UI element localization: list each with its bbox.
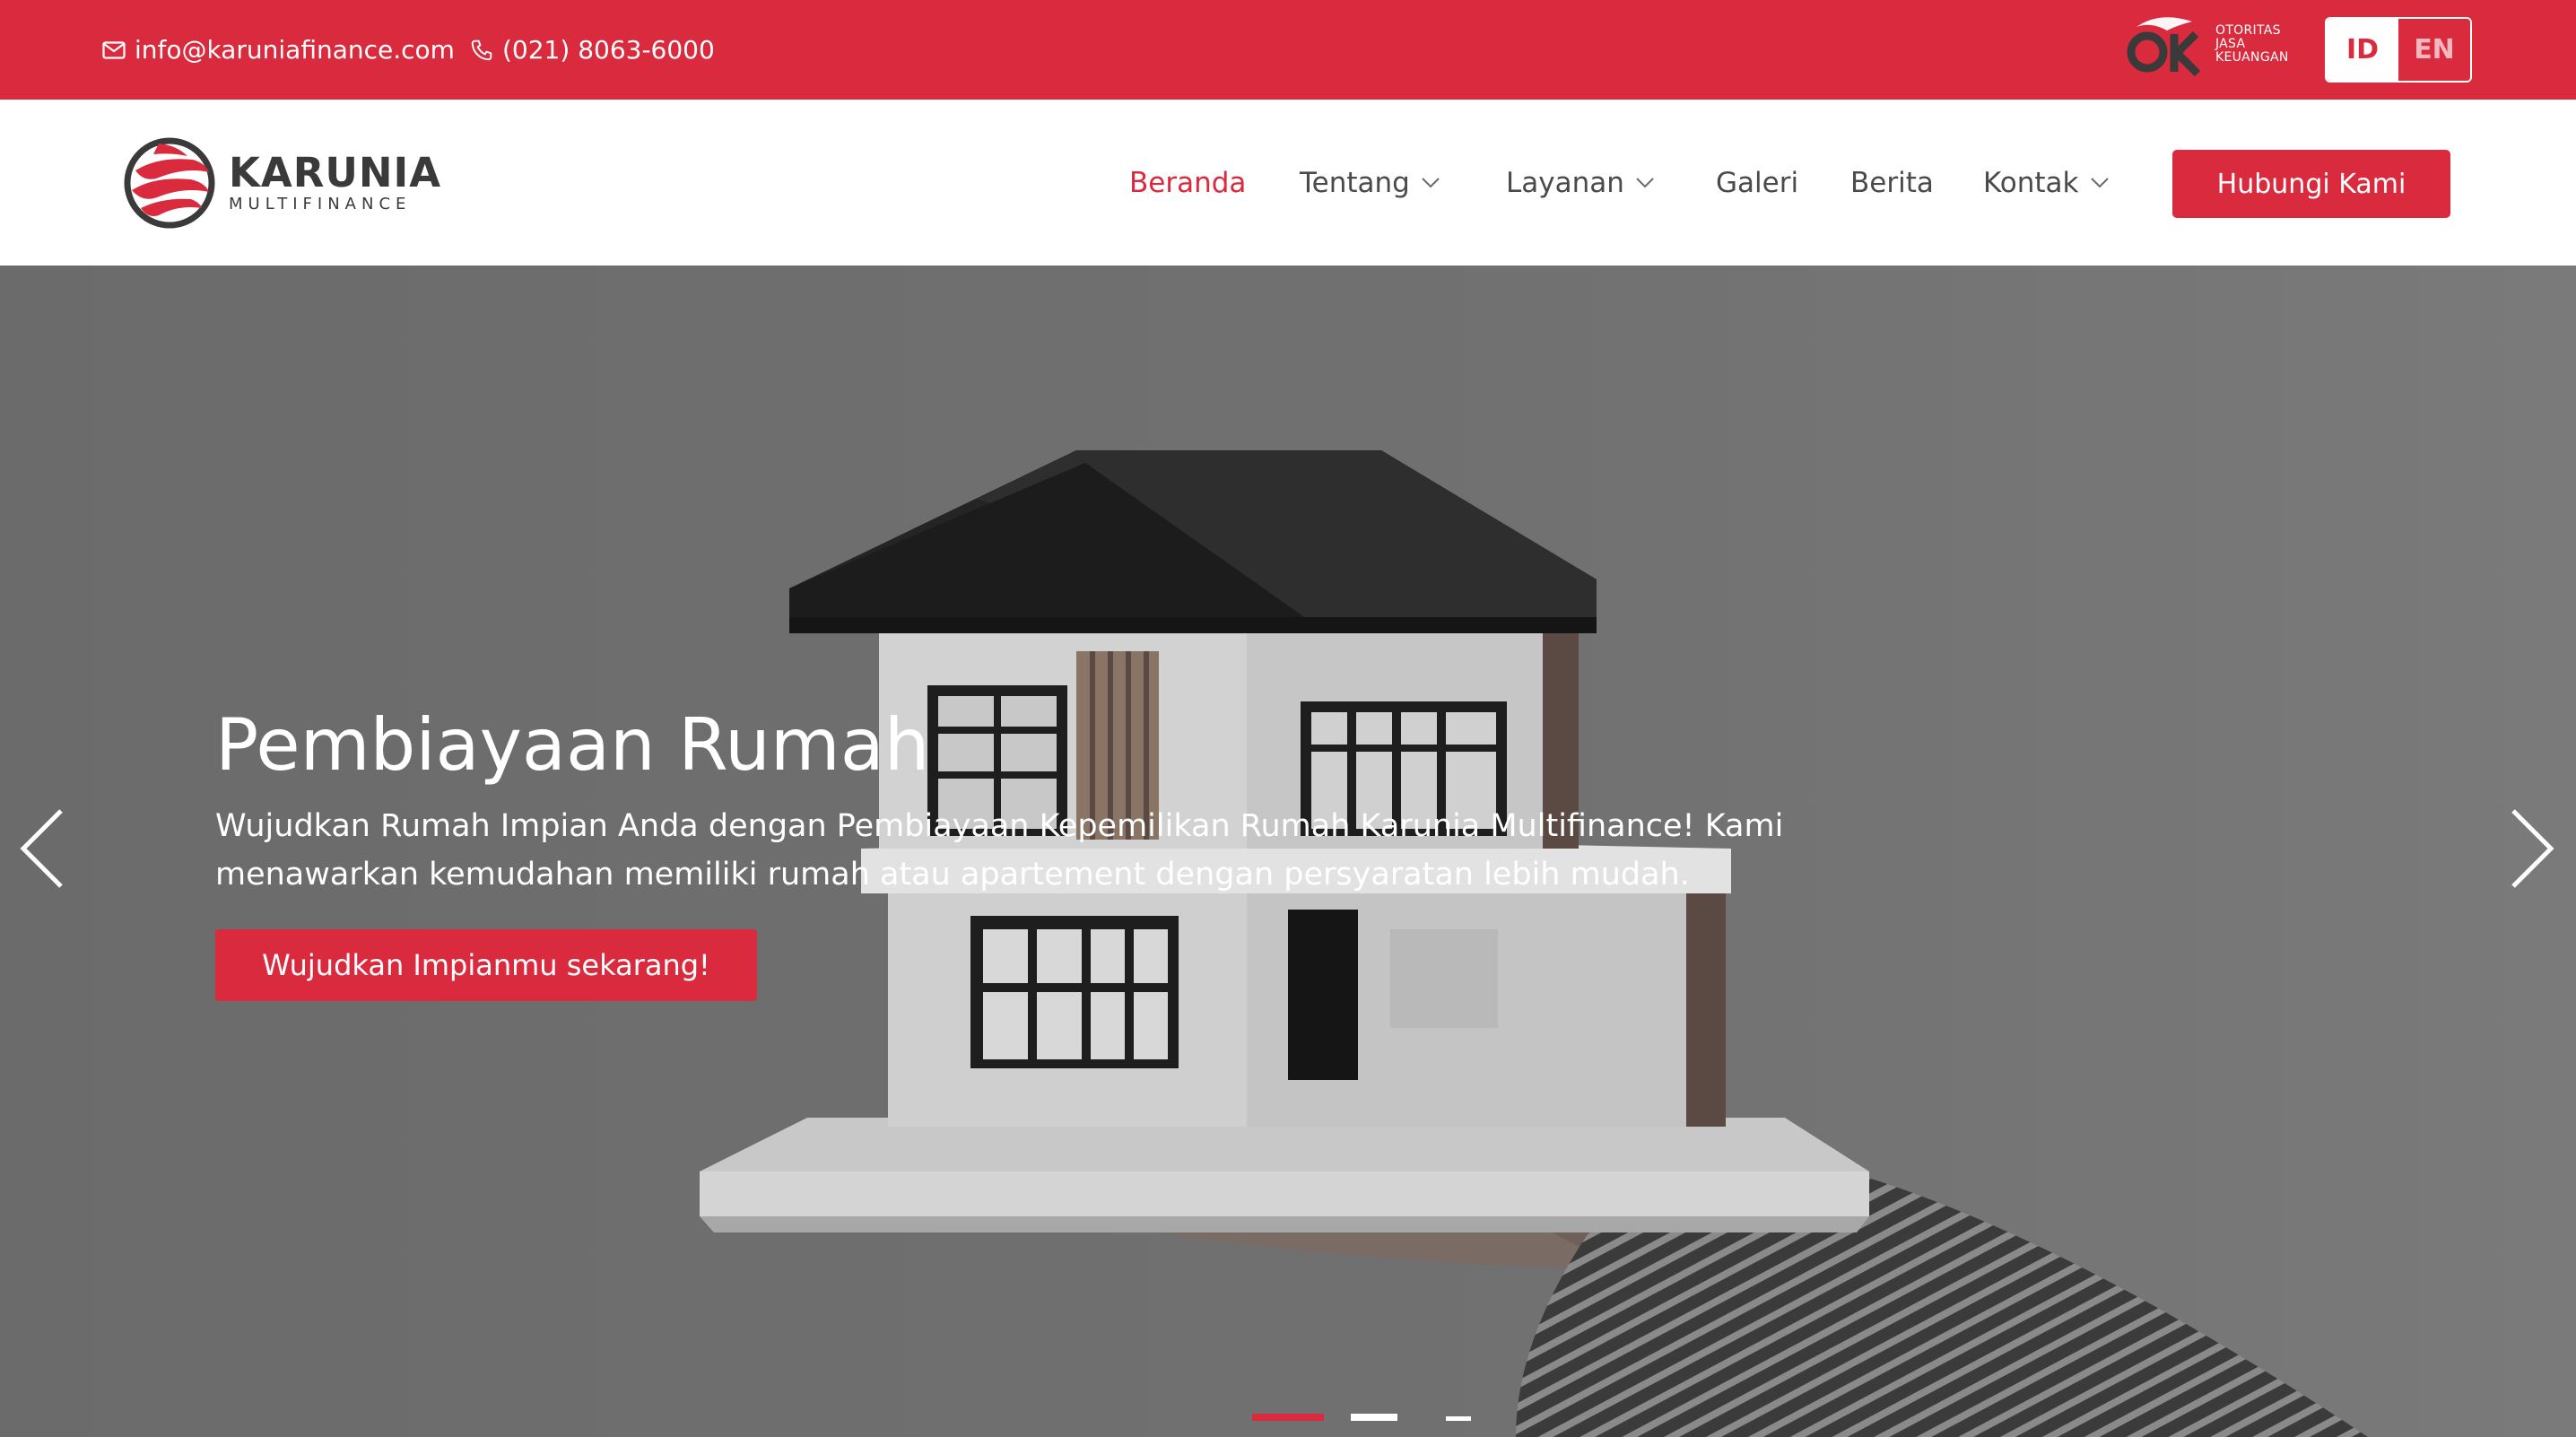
language-switcher: ID EN — [2325, 17, 2472, 83]
nav-item-layanan[interactable]: Layanan — [1506, 100, 1655, 266]
lang-id-button[interactable]: ID — [2327, 19, 2398, 81]
hero-description: Wujudkan Rumah Impian Anda dengan Pembia… — [215, 808, 1784, 893]
ojk-line-1: OTORITAS — [2215, 22, 2281, 38]
email-text: info@karuniafinance.com — [135, 35, 455, 65]
chevron-right-icon[interactable] — [2504, 804, 2558, 893]
hero-cta-button[interactable]: Wujudkan Impianmu sekarang! — [215, 929, 757, 1001]
nav-item-kontak[interactable]: Kontak — [1983, 100, 2110, 266]
brand-subtitle: MULTIFINANCE — [229, 195, 412, 213]
ojk-emblem-icon — [2127, 17, 2201, 77]
nav-label: Layanan — [1506, 166, 1624, 199]
hero-title: Pembiayaan Rumah — [215, 703, 930, 787]
phone-text: (021) 8063-6000 — [502, 35, 715, 65]
nav-label: Berita — [1850, 166, 1934, 199]
lang-en-button[interactable]: EN — [2398, 19, 2470, 81]
chevron-down-icon — [2090, 177, 2109, 187]
brand-logo[interactable]: KARUNIA MULTIFINANCE — [123, 135, 441, 231]
nav-item-galeri[interactable]: Galeri — [1716, 100, 1798, 266]
nav-label: Tentang — [1300, 166, 1410, 199]
slide-indicator-3[interactable] — [1446, 1416, 1471, 1421]
top-bar: info@karuniafinance.com (021) 8063-6000 … — [0, 0, 2576, 100]
contact-us-button[interactable]: Hubungi Kami — [2172, 150, 2450, 218]
globe-logo-icon — [124, 137, 215, 229]
slide-indicator-1[interactable] — [1252, 1414, 1324, 1421]
chevron-down-icon — [1422, 177, 1440, 187]
nav-item-tentang[interactable]: Tentang — [1300, 100, 1440, 266]
brand-name: KARUNIA — [229, 149, 442, 196]
nav-label: Galeri — [1716, 166, 1799, 199]
ojk-line-2: JASA — [2215, 36, 2246, 51]
slider-indicators — [0, 1414, 2576, 1423]
chevron-down-icon — [1636, 177, 1654, 187]
nav-label: Beranda — [1129, 166, 1247, 199]
ojk-line-3: KEUANGAN — [2215, 49, 2289, 65]
envelope-icon — [102, 40, 126, 59]
nav-item-beranda[interactable]: Beranda — [1129, 100, 1246, 266]
phone-icon — [471, 39, 492, 60]
phone-link[interactable]: (021) 8063-6000 — [470, 0, 715, 100]
ojk-logo: OTORITAS JASA KEUANGAN — [2124, 9, 2303, 79]
email-link[interactable]: info@karuniafinance.com — [102, 0, 455, 100]
nav-item-berita[interactable]: Berita — [1850, 100, 1934, 266]
main-navbar: KARUNIA MULTIFINANCE Beranda Tentang Lay… — [0, 100, 2576, 266]
nav-label: Kontak — [1983, 166, 2079, 199]
hero-slider: Pembiayaan Rumah Wujudkan Rumah Impian A… — [0, 266, 2576, 1437]
slide-indicator-2[interactable] — [1351, 1414, 1397, 1421]
chevron-left-icon[interactable] — [16, 804, 70, 893]
